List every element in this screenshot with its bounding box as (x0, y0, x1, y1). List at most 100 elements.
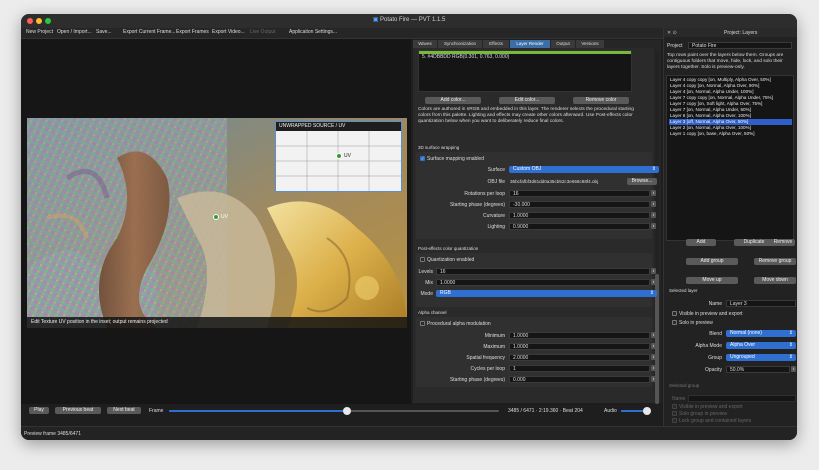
menu-open-import[interactable]: Open / Import... (57, 29, 92, 35)
palette-note: Colors are authored in sRGB and embedded… (418, 107, 634, 124)
menu-save[interactable]: Save... (96, 29, 112, 35)
preview-caption: Edit Texture UV position in the inset; o… (27, 317, 407, 328)
layer-visible-checkbox[interactable] (672, 311, 677, 316)
remove-group-button[interactable]: Remove group (754, 258, 796, 265)
spatial-frequency-stepper[interactable]: ⇕ (651, 354, 656, 360)
panel-float-icon[interactable]: ✕ ⊙ (667, 30, 677, 36)
curvature-field[interactable]: 1.0000 (509, 212, 650, 219)
frame-slider[interactable] (169, 407, 499, 415)
spatial-frequency-field[interactable]: 2.0000 (509, 354, 650, 361)
levels-field[interactable]: 16 (436, 268, 650, 275)
remove-color-button[interactable]: Remove color (573, 97, 629, 104)
tab-versions[interactable]: Versions (576, 40, 604, 48)
opacity-field[interactable]: 50.0% (726, 366, 790, 373)
cycles-stepper[interactable]: ⇕ (651, 365, 656, 371)
opacity-label: Opacity (705, 367, 722, 373)
group-solo-checkbox[interactable] (672, 411, 677, 416)
obj-file-value: 36bcfafbf3d81dd0a35cb52c3e658c88f4.obj (510, 179, 599, 184)
add-layer-button[interactable]: Add (686, 239, 716, 246)
chevron-updown-icon: ⇕ (651, 166, 656, 172)
frame-slider-knob[interactable] (343, 407, 352, 415)
edit-color-button[interactable]: Edit color... (499, 97, 555, 104)
alpha-mode-select-value: Alpha Over (730, 342, 756, 348)
next-beat-button[interactable]: Next beat (107, 407, 141, 414)
audio-slider[interactable] (621, 407, 651, 415)
alpha-phase-stepper[interactable]: ⇕ (651, 376, 656, 382)
menu-export-frames[interactable]: Export Frames (176, 29, 209, 35)
quant-enabled-checkbox[interactable] (420, 257, 425, 262)
levels-stepper[interactable]: ⇕ (651, 268, 656, 274)
audio-slider-knob[interactable] (642, 407, 651, 415)
alpha-maximum-label: Maximum (483, 344, 505, 350)
alpha-minimum-stepper[interactable]: ⇕ (651, 332, 656, 338)
rotations-field[interactable]: 16 (509, 190, 650, 197)
lighting-label: Lighting (487, 224, 505, 230)
tab-layer-render[interactable]: Layer Render (510, 40, 550, 48)
start-phase-field[interactable]: -30.000 (509, 201, 650, 208)
selected-group-section: Selected group (669, 383, 700, 388)
project-name-field[interactable]: Potato Fire (688, 42, 792, 49)
mix-stepper[interactable]: ⇕ (651, 279, 656, 285)
group-lock-checkbox[interactable] (672, 418, 677, 423)
surface-enabled-checkbox[interactable]: ✓ (420, 156, 425, 161)
previous-beat-button[interactable]: Previous beat (55, 407, 101, 414)
group-visible-checkbox[interactable] (672, 404, 677, 409)
layer-solo-checkbox[interactable] (672, 320, 677, 325)
tab-synchronization[interactable]: Synchronization (438, 40, 482, 48)
add-group-button[interactable]: Add group (686, 258, 738, 265)
menu-application-settings[interactable]: Application Settings... (289, 29, 337, 35)
lighting-field[interactable]: 0.9000 (509, 223, 650, 230)
alpha-phase-field[interactable]: 0.000 (509, 376, 650, 383)
preview-canvas[interactable]: UNWRAPPED SOURCE / UV UV UV Edit Texture… (27, 118, 407, 328)
menu-export-video[interactable]: Export Video... (212, 29, 245, 35)
transport-bar: Play Previous beat Next beat Frame 3485 … (21, 406, 663, 416)
menu-bar: New Project Open / Import... Save... Exp… (21, 28, 663, 39)
palette-list[interactable]: 5. #4DBBDD RGB(0.301, 0.763, 0.000) (418, 50, 632, 92)
blend-label: Blend (709, 331, 722, 337)
curvature-stepper[interactable]: ⇕ (651, 212, 656, 218)
audio-label: Audio (604, 408, 617, 414)
frame-readout: 3485 / 6471 · 2:19.360 · Beat 204 (508, 408, 583, 414)
layer-row[interactable]: Layer 1 copy [on, base, Alpha Over, 50%] (669, 131, 792, 137)
alpha-enabled-checkbox[interactable] (420, 321, 425, 326)
mix-field[interactable]: 1.0000 (436, 279, 650, 286)
tab-waves[interactable]: Waves (413, 40, 437, 48)
project-label: Project (667, 43, 683, 49)
surface-select[interactable]: Custom OBJ ⇕ (509, 166, 659, 173)
cycles-field[interactable]: 1 (509, 365, 650, 372)
rotations-stepper[interactable]: ⇕ (651, 190, 656, 196)
menu-live-output[interactable]: Live Output (250, 29, 276, 35)
duplicate-layer-button[interactable]: Duplicate (734, 239, 774, 246)
layer-name-field[interactable]: Layer 3 (726, 300, 796, 307)
browse-button[interactable]: Browse... (627, 178, 657, 185)
mode-select[interactable]: RGB ⇕ (436, 290, 657, 297)
obj-file-label: OBJ file (487, 179, 505, 185)
opacity-stepper[interactable]: ⇕ (791, 366, 796, 372)
add-color-button[interactable]: Add color... (425, 97, 481, 104)
alpha-maximum-field[interactable]: 1.0000 (509, 343, 650, 350)
menu-new-project[interactable]: New Project (26, 29, 53, 35)
cycles-label: Cycles per loop (470, 366, 505, 372)
remove-layer-button[interactable]: Remove (771, 239, 795, 246)
main-uv-handle[interactable] (213, 214, 219, 220)
tab-output[interactable]: Output (551, 40, 575, 48)
move-up-button[interactable]: Move up (686, 277, 738, 284)
uv-inset[interactable]: UNWRAPPED SOURCE / UV UV (275, 121, 402, 192)
move-down-button[interactable]: Move down (754, 277, 796, 284)
app-icon: ▣ (372, 17, 379, 23)
alpha-minimum-field[interactable]: 1.0000 (509, 332, 650, 339)
inset-uv-handle[interactable] (336, 153, 342, 159)
group-name-field[interactable] (688, 395, 796, 402)
alpha-mode-select[interactable]: Alpha Over ⇕ (726, 342, 796, 349)
start-phase-stepper[interactable]: ⇕ (651, 201, 656, 207)
blend-select[interactable]: Normal (none) ⇕ (726, 330, 796, 337)
play-button[interactable]: Play (29, 407, 49, 414)
palette-entry[interactable]: 5. #4DBBDD RGB(0.301, 0.763, 0.000) (422, 54, 509, 60)
layers-panel: ✕ ⊙ Project: Layers Project Potato Fire … (663, 28, 797, 426)
alpha-maximum-stepper[interactable]: ⇕ (651, 343, 656, 349)
tab-effects[interactable]: Effects (483, 40, 509, 48)
lighting-stepper[interactable]: ⇕ (651, 223, 656, 229)
group-select[interactable]: Ungrouped ⇕ (726, 354, 796, 361)
menu-export-current-frame[interactable]: Export Current Frame... (123, 29, 176, 35)
layer-list[interactable]: Layer 4 copy copy [on, Multiply, Alpha O… (666, 75, 794, 241)
